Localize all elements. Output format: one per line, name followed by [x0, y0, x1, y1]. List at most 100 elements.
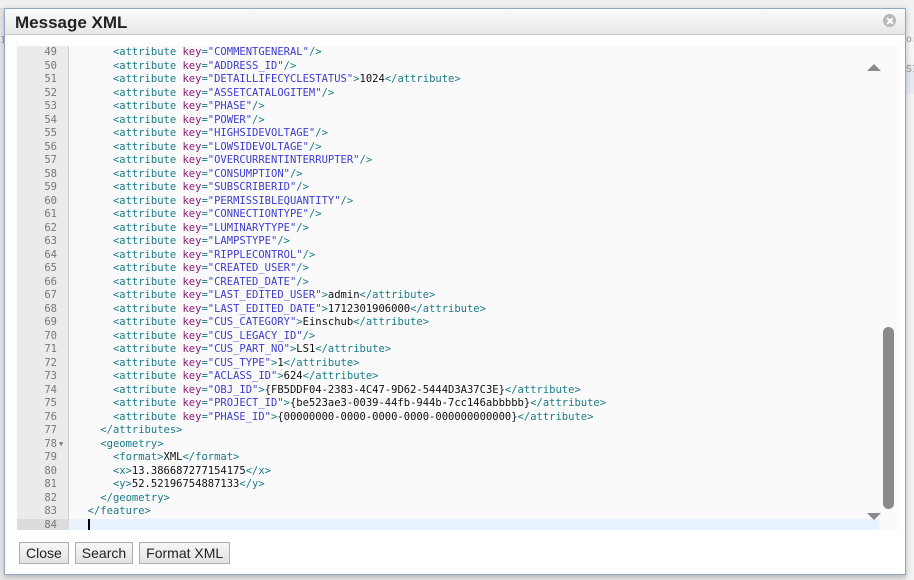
code-line[interactable]: 55 <attribute key="HIGHSIDEVOLTAGE"/>	[17, 127, 879, 141]
xml-token-tag: </feature>	[87, 505, 151, 517]
code-line[interactable]: 64 <attribute key="RIPPLECONTROL"/>	[17, 249, 879, 263]
xml-token-tag: <attribute	[112, 343, 183, 355]
code-line[interactable]: 73 <attribute key="ACLASS_ID">624</attri…	[17, 370, 879, 384]
search-button[interactable]: Search	[74, 542, 134, 564]
code-line[interactable]: 49 <attribute key="COMMENTGENERAL"/>	[17, 46, 879, 60]
xml-token-text: 1712301906000	[327, 302, 411, 315]
xml-token-str: "RIPPLECONTROL"	[207, 248, 303, 261]
dialog-footer: Close Search Format XML	[19, 542, 236, 564]
xml-token-attr: key	[182, 329, 202, 342]
code-line[interactable]: 70 <attribute key="CUS_LEGACY_ID"/>	[17, 330, 879, 344]
code-line[interactable]: 58 <attribute key="CONSUMPTION"/>	[17, 168, 879, 182]
code-content: <attribute key="PERMISSIBLEQUANTITY"/>	[75, 195, 353, 209]
code-line[interactable]: 53 <attribute key="PHASE"/>	[17, 100, 879, 114]
xml-token-str: "POWER"	[207, 113, 253, 126]
xml-token-tag: <attribute	[112, 221, 183, 234]
xml-token-tag: </attribute>	[517, 410, 594, 423]
close-circle-icon[interactable]	[883, 14, 896, 27]
code-line[interactable]: 83 </feature>	[17, 505, 879, 519]
xml-token-str: "OVERCURRENTINTERRUPTER"	[207, 154, 360, 166]
line-number: 66	[44, 275, 57, 288]
xml-token-attr: key	[182, 248, 202, 261]
xml-token-attr: key	[182, 235, 202, 247]
scroll-up-arrow-icon[interactable]	[867, 64, 881, 71]
xml-token-text: 624	[283, 370, 303, 382]
code-line[interactable]: 79 <format>XML</format>	[17, 451, 879, 465]
code-line[interactable]: 81 <y>52.52196754887133</y>	[17, 478, 879, 492]
code-content: <attribute key="LAST_EDITED_USER">admin<…	[75, 289, 435, 303]
code-line[interactable]: 69 <attribute key="CUS_CATEGORY">Einschu…	[17, 316, 879, 330]
xml-token-str: "PERMISSIBLEQUANTITY"	[207, 194, 341, 207]
code-line[interactable]: 51 <attribute key="DETAILLIFECYCLESTATUS…	[17, 73, 879, 87]
code-line[interactable]: 74 <attribute key="OBJ_ID">{FB5DDF04-238…	[17, 384, 879, 398]
code-content: <attribute key="SUBSCRIBERID"/>	[75, 181, 309, 195]
xml-token-str: "CUS_PART_NO"	[207, 343, 290, 355]
line-number: 67	[44, 289, 57, 301]
code-line[interactable]: 50 <attribute key="ADDRESS_ID"/>	[17, 60, 879, 74]
dialog-titlebar[interactable]: Message XML	[5, 9, 905, 35]
xml-token-attr: key	[182, 208, 202, 220]
code-content: <attribute key="CUS_PART_NO">LS1</attrib…	[75, 343, 391, 357]
code-content: <attribute key="HIGHSIDEVOLTAGE"/>	[75, 127, 328, 141]
scroll-down-arrow-icon[interactable]	[867, 513, 881, 520]
xml-token-attr: key	[182, 302, 202, 315]
xml-token-tag: <attribute	[112, 356, 183, 369]
code-line[interactable]: 54 <attribute key="POWER"/>	[17, 114, 879, 128]
code-line[interactable]: 72 <attribute key="CUS_TYPE">1</attribut…	[17, 357, 879, 371]
code-line[interactable]: 61 <attribute key="CONNECTIONTYPE"/>	[17, 208, 879, 222]
code-line[interactable]: 56 <attribute key="LOWSIDEVOLTAGE"/>	[17, 141, 879, 155]
xml-token-str: "CUS_CATEGORY"	[207, 316, 297, 328]
code-line[interactable]: 77 </attributes>	[17, 424, 879, 438]
xml-token-str: "CONNECTIONTYPE"	[207, 208, 309, 220]
code-line[interactable]: 76 <attribute key="PHASE_ID">{00000000-0…	[17, 411, 879, 425]
code-line[interactable]: 52 <attribute key="ASSETCATALOGITEM"/>	[17, 87, 879, 101]
xml-token-attr: key	[182, 113, 202, 126]
code-line[interactable]: 63 <attribute key="LAMPSTYPE"/>	[17, 235, 879, 249]
xml-token-str: "LAST_EDITED_DATE"	[207, 302, 322, 315]
xml-token-attr: key	[182, 343, 202, 355]
code-content: <attribute key="CUS_LEGACY_ID"/>	[75, 330, 315, 344]
xml-token-tag: />	[296, 275, 309, 288]
line-number: 50	[44, 59, 57, 72]
code-line[interactable]: 78 ▼ <geometry>	[17, 438, 879, 452]
code-line[interactable]: 60 <attribute key="PERMISSIBLEQUANTITY"/…	[17, 195, 879, 209]
code-line[interactable]: 68 <attribute key="LAST_EDITED_DATE">171…	[17, 303, 879, 317]
code-line[interactable]: 75 <attribute key="PROJECT_ID">{be523ae3…	[17, 397, 879, 411]
code-content: </geometry>	[75, 492, 170, 506]
fold-arrow-icon[interactable]: ▼	[59, 438, 63, 452]
code-content: <attribute key="CONNECTIONTYPE"/>	[75, 208, 322, 222]
code-line[interactable]: 84	[17, 518, 879, 530]
vertical-scrollbar-thumb[interactable]	[883, 327, 894, 509]
xml-token-tag: />	[340, 194, 354, 207]
xml-token-tag: <attribute	[112, 248, 183, 261]
code-content: <attribute key="ACLASS_ID">624</attribut…	[75, 370, 379, 384]
close-button[interactable]: Close	[19, 542, 69, 564]
xml-token-tag: </x>	[245, 464, 271, 477]
code-line[interactable]: 71 <attribute key="CUS_PART_NO">LS1</att…	[17, 343, 879, 357]
xml-token-tag: <attribute	[112, 86, 183, 99]
code-line[interactable]: 57 <attribute key="OVERCURRENTINTERRUPTE…	[17, 154, 879, 168]
code-line[interactable]: 62 <attribute key="LUMINARYTYPE"/>	[17, 222, 879, 236]
line-number: 62	[44, 221, 57, 234]
background-text-fragment: or	[906, 34, 914, 62]
code-line[interactable]: 59 <attribute key="SUBSCRIBERID"/>	[17, 181, 879, 195]
background-text-fragment: SIS	[906, 64, 914, 94]
code-line[interactable]: 82 </geometry>	[17, 492, 879, 506]
code-line[interactable]: 66 <attribute key="CREATED_DATE"/>	[17, 276, 879, 290]
xml-token-tag: <format>	[112, 451, 164, 463]
xml-token-tag: />	[283, 59, 297, 72]
code-line[interactable]: 65 <attribute key="CREATED_USER"/>	[17, 262, 879, 276]
xml-token-tag: <attribute	[112, 127, 183, 139]
xml-token-str: "SUBSCRIBERID"	[207, 181, 297, 193]
code-content: </attributes>	[75, 424, 182, 438]
format-xml-button[interactable]: Format XML	[139, 542, 231, 564]
code-line[interactable]: 67 <attribute key="LAST_EDITED_USER">adm…	[17, 289, 879, 303]
line-number: 69	[44, 316, 57, 328]
line-number: 60	[44, 194, 57, 207]
xml-code-editor[interactable]: 49 <attribute key="COMMENTGENERAL"/> 50 <…	[17, 46, 899, 530]
xml-token-tag: />	[252, 100, 265, 112]
xml-token-tag: <attribute	[112, 275, 183, 288]
code-line[interactable]: 80 <x>13.386687277154175</x>	[17, 465, 879, 479]
xml-token-tag: </attribute>	[302, 370, 379, 382]
xml-token-tag: </attribute>	[315, 343, 392, 355]
